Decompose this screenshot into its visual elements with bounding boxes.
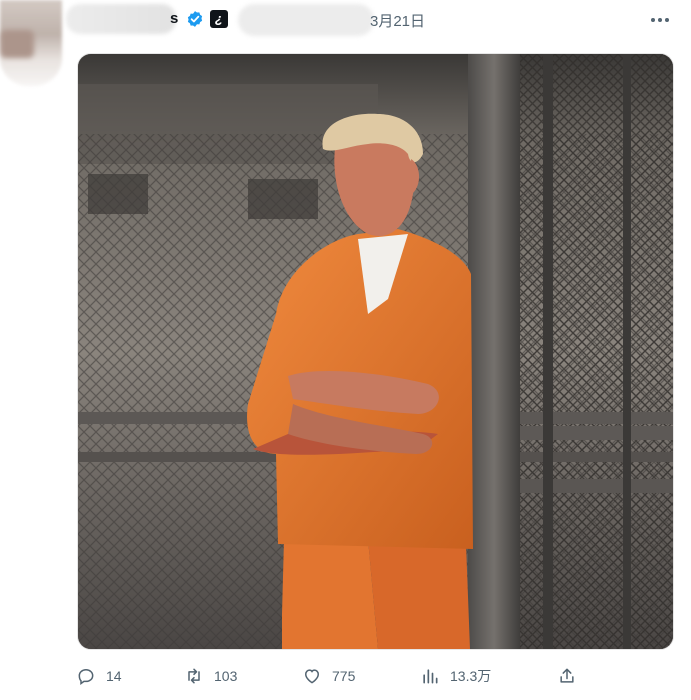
reply-count: 14 bbox=[106, 668, 122, 684]
views-button[interactable]: 13.3万 bbox=[420, 666, 491, 686]
share-icon bbox=[560, 668, 574, 683]
affiliate-badge-icon: ¿ bbox=[210, 10, 228, 28]
tweet-header: s ¿ 3月21日 bbox=[66, 0, 691, 40]
reply-button[interactable]: 14 bbox=[76, 666, 122, 686]
views-chart-icon bbox=[423, 669, 438, 684]
more-horizontal-icon[interactable] bbox=[647, 10, 673, 30]
views-count: 13.3万 bbox=[450, 668, 492, 684]
timestamp[interactable]: 3月21日 bbox=[370, 10, 425, 31]
tweet-action-bar: 14 103 775 13.3万 bbox=[0, 660, 691, 694]
like-count: 775 bbox=[332, 668, 356, 684]
tweet-photo[interactable] bbox=[77, 53, 674, 650]
like-heart-icon bbox=[304, 669, 320, 684]
reply-icon bbox=[78, 668, 94, 685]
handle-blurred[interactable] bbox=[238, 4, 374, 36]
repost-button[interactable]: 103 bbox=[184, 666, 237, 686]
repost-icon bbox=[188, 668, 200, 684]
avatar[interactable] bbox=[0, 0, 62, 86]
like-button[interactable]: 775 bbox=[302, 666, 355, 686]
display-name-blurred[interactable] bbox=[66, 4, 176, 34]
verified-badge-icon bbox=[187, 11, 203, 27]
prison-photo-illustration bbox=[78, 54, 673, 649]
display-name-tail[interactable]: s bbox=[170, 10, 178, 27]
repost-count: 103 bbox=[214, 668, 238, 684]
share-button[interactable] bbox=[557, 666, 577, 691]
